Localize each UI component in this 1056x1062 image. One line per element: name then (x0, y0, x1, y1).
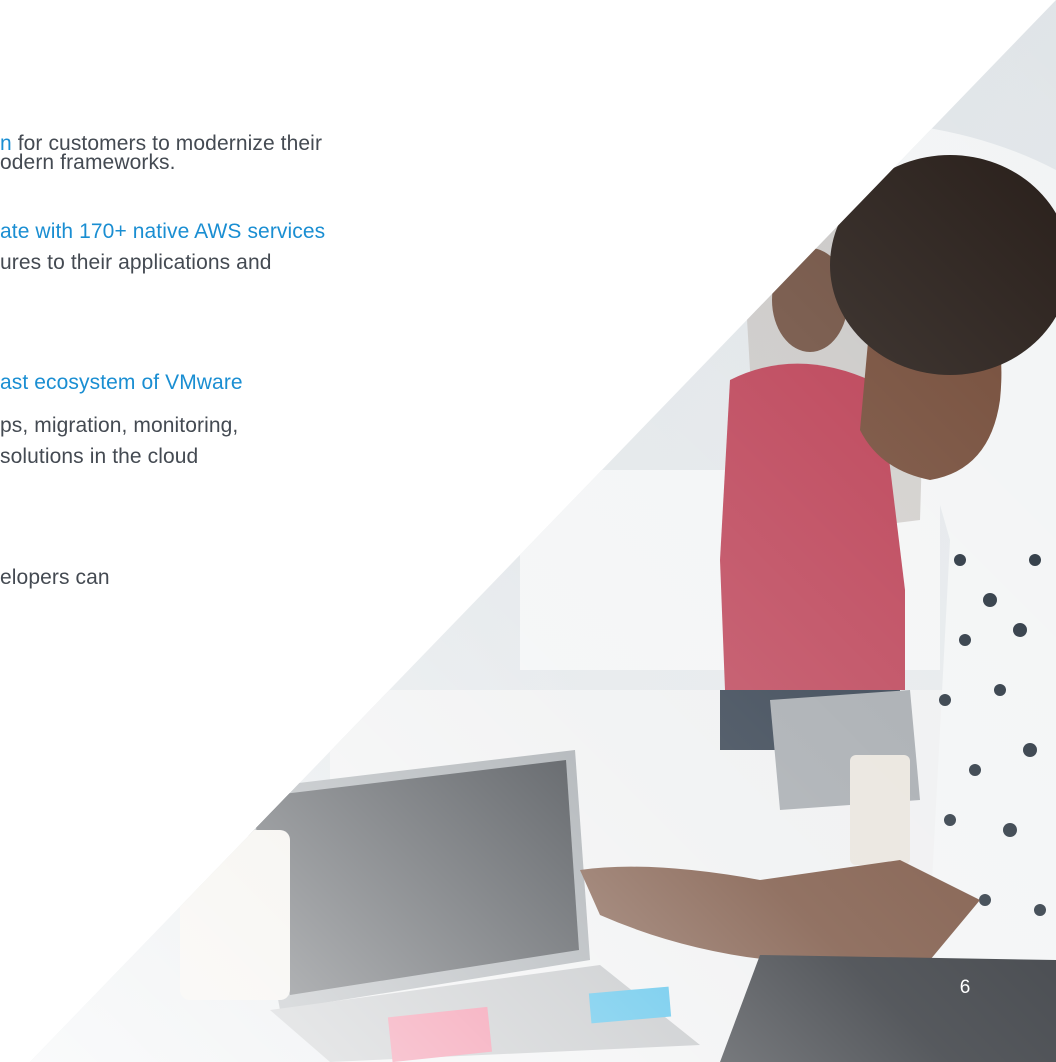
page-number: 6 (959, 977, 971, 998)
team-photo (30, 0, 1056, 1062)
